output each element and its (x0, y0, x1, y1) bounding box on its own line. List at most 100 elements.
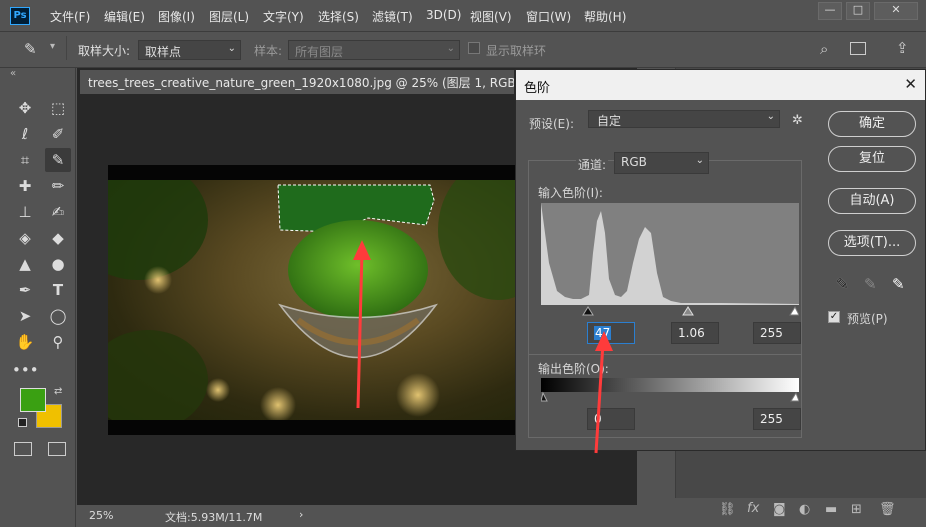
new-layer-icon[interactable]: ⊞ (851, 502, 862, 517)
path-select-icon[interactable]: ➤ (12, 304, 38, 328)
status-menu-arrow[interactable]: › (299, 508, 303, 521)
close-window-button[interactable]: ✕ (874, 2, 918, 20)
preset-value: 自定 (597, 114, 622, 128)
doc-info: 文档:5.93M/11.7M (165, 511, 263, 524)
annotation-arrow-line (594, 342, 605, 454)
chevron-down-icon[interactable]: ▾ (50, 41, 55, 52)
menu-window[interactable]: 窗口(W) (526, 8, 571, 25)
menu-help[interactable]: 帮助(H) (584, 8, 626, 25)
black-eyedropper-icon[interactable]: ✎ (836, 275, 849, 293)
document-tab[interactable]: trees_trees_creative_nature_green_1920x1… (80, 70, 514, 94)
show-ring-checkbox[interactable] (468, 42, 480, 54)
menu-3d[interactable]: 3D(D) (426, 8, 461, 22)
delete-layer-icon[interactable]: 🗑 (879, 502, 896, 517)
gray-eyedropper-icon[interactable]: ✎ (864, 275, 877, 293)
dodge-icon[interactable]: ● (45, 252, 71, 276)
menu-view[interactable]: 视图(V) (470, 8, 512, 25)
channel-label: 通道: (576, 156, 609, 173)
menu-type[interactable]: 文字(Y) (263, 8, 304, 25)
show-ring-label: 显示取样环 (486, 44, 547, 58)
menu-layer[interactable]: 图层(L) (209, 8, 249, 25)
paint-bucket-icon[interactable]: ◆ (45, 226, 71, 250)
sample-label: 样本: (254, 44, 283, 58)
quick-mask-icon[interactable] (14, 442, 32, 456)
channel-select[interactable]: RGB ⌄ (614, 152, 709, 174)
chevron-down-icon: ⌄ (227, 43, 236, 54)
healing-icon[interactable]: ✚ (12, 174, 38, 198)
input-levels-label: 输入色阶(I): (538, 186, 603, 200)
hand-icon[interactable]: ✋ (12, 330, 38, 354)
canvas-image (108, 180, 516, 420)
zoom-level[interactable]: 25% (89, 509, 113, 522)
menu-file[interactable]: 文件(F) (50, 8, 90, 25)
stamp-icon[interactable]: ⊥ (12, 200, 38, 224)
collapse-icon[interactable]: « (10, 68, 16, 79)
menu-bar: Ps 文件(F) 编辑(E) 图像(I) 图层(L) 文字(Y) 选择(S) 滤… (0, 0, 926, 32)
input-slider-track[interactable] (541, 305, 800, 319)
move-icon[interactable]: ✥ (12, 96, 38, 120)
close-icon[interactable]: ✕ (904, 75, 917, 93)
output-white-field[interactable]: 255 (753, 408, 801, 430)
minimize-button[interactable]: — (818, 2, 842, 20)
sample-size-label: 取样大小: (78, 44, 131, 58)
input-white-handle (789, 305, 800, 316)
white-eyedropper-icon[interactable]: ✎ (892, 275, 905, 293)
search-icon[interactable]: ⌕ (820, 40, 828, 58)
sample-size-value: 取样点 (145, 45, 182, 59)
chevron-down-icon: ⌄ (695, 155, 704, 166)
restore-button[interactable]: □ (846, 2, 870, 20)
annotation-arrow (594, 331, 613, 454)
gear-icon[interactable]: ✲ (792, 113, 803, 128)
marquee-icon[interactable]: ⬚ (45, 96, 71, 120)
tools-panel: « ✥ ⬚ ℓ ✐ ⌗ ✎ ✚ ✏ ⊥ ✍ ◈ ◆ ▲ ● ✒ T ➤ ◯ ✋ … (0, 68, 76, 527)
options-bar: ✎ ▾ 取样大小: 取样点 ⌄ 样本: 所有图层 ⌄ 显示取样环 ⌕ ⇪ (0, 32, 926, 68)
eyedropper-icon[interactable]: ✎ (45, 148, 71, 172)
photoshop-logo: Ps (10, 7, 30, 25)
brush-icon[interactable]: ✏ (45, 174, 71, 198)
preview-checkbox[interactable]: ✓ (828, 311, 840, 323)
add-mask-icon[interactable]: ◙ (773, 502, 786, 517)
options-button[interactable]: 选项(T)... (828, 230, 916, 256)
group-folder-icon[interactable]: ▬ (825, 502, 837, 517)
screen-mode-icon[interactable] (48, 442, 66, 456)
type-icon[interactable]: T (45, 278, 71, 302)
foreground-color-swatch[interactable] (20, 388, 46, 412)
status-bar: 25% 文档:5.93M/11.7M › (77, 505, 637, 527)
quick-select-icon[interactable]: ✐ (45, 122, 71, 146)
link-layers-icon[interactable]: ⛓ (719, 502, 736, 517)
preset-select[interactable]: 自定 ⌄ (588, 110, 780, 128)
auto-button[interactable]: 自动(A) (828, 188, 916, 214)
ok-button[interactable]: 确定 (828, 111, 916, 137)
input-gamma-field[interactable]: 1.06 (671, 322, 719, 344)
ellipse-icon[interactable]: ◯ (45, 304, 71, 328)
menu-edit[interactable]: 编辑(E) (104, 8, 145, 25)
workspace-icon[interactable] (850, 42, 866, 55)
swap-colors-icon[interactable]: ⇄ (54, 386, 62, 397)
sharpen-icon[interactable]: ▲ (12, 252, 38, 276)
sample-size-select[interactable]: 取样点 ⌄ (138, 40, 241, 60)
eyedropper-tool-icon[interactable]: ✎ (24, 40, 37, 58)
share-icon[interactable]: ⇪ (896, 39, 909, 57)
reset-button[interactable]: 复位 (828, 146, 916, 172)
output-slider-handles[interactable] (540, 391, 800, 403)
history-brush-icon[interactable]: ✍ (45, 200, 71, 224)
sample-select[interactable]: 所有图层 ⌄ (288, 40, 460, 60)
default-colors-icon[interactable] (18, 418, 27, 427)
eraser-icon[interactable]: ◈ (12, 226, 38, 250)
channel-value: RGB (621, 155, 647, 169)
input-slider-handles[interactable] (541, 305, 800, 319)
adjustment-layer-icon[interactable]: ◐ (799, 502, 810, 517)
menu-select[interactable]: 选择(S) (318, 8, 359, 25)
lasso-icon[interactable]: ℓ (12, 122, 38, 146)
more-icon[interactable]: ••• (12, 358, 39, 382)
crop-icon[interactable]: ⌗ (12, 148, 38, 172)
pen-icon[interactable]: ✒ (12, 278, 38, 302)
output-slider-track[interactable] (540, 391, 800, 403)
input-gamma-handle (682, 306, 694, 316)
input-white-field[interactable]: 255 (753, 322, 801, 344)
menu-image[interactable]: 图像(I) (158, 8, 195, 25)
menu-filter[interactable]: 滤镜(T) (372, 8, 413, 25)
fx-icon[interactable]: fx (747, 501, 759, 516)
zoom-icon[interactable]: ⚲ (45, 330, 71, 354)
output-black-handle (540, 391, 548, 402)
